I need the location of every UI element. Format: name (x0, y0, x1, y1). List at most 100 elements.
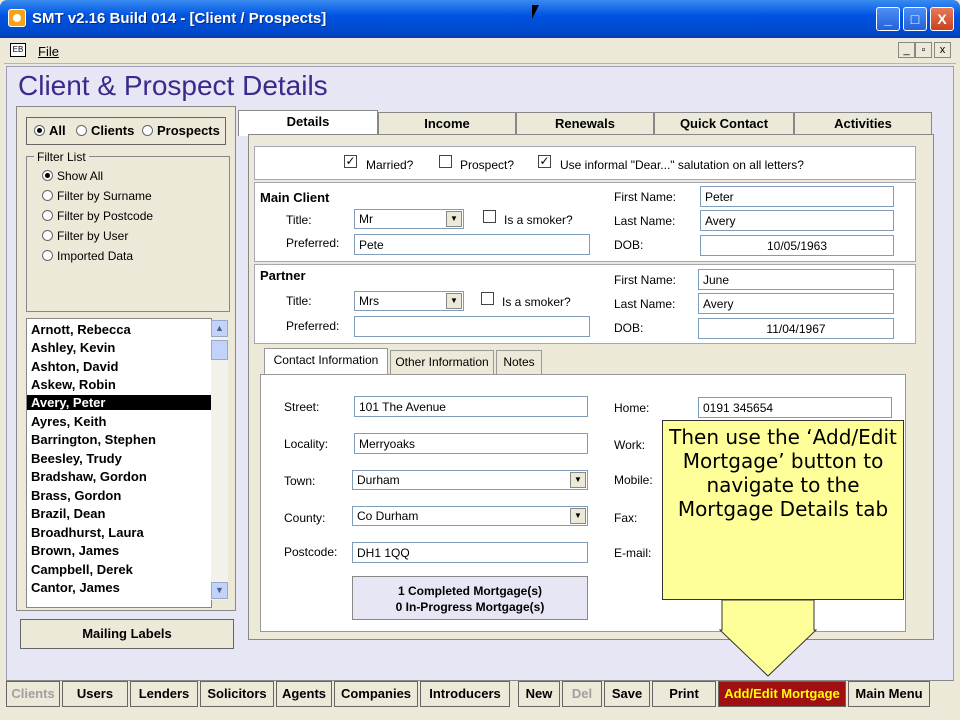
tab-renewals[interactable]: Renewals (516, 112, 654, 135)
list-item[interactable]: Arnott, Rebecca (31, 322, 131, 337)
partner-dob-input[interactable]: 11/04/1967 (698, 318, 894, 339)
menu-file[interactable]: File (38, 44, 59, 59)
tab-activities[interactable]: Activities (794, 112, 932, 135)
tab-income[interactable]: Income (378, 112, 516, 135)
delete-button[interactable]: Del (562, 681, 602, 707)
main-last-name-input[interactable]: Avery (700, 210, 894, 231)
scroll-up-icon[interactable]: ▲ (211, 320, 228, 337)
introducers-button[interactable]: Introducers (420, 681, 510, 707)
solicitors-button[interactable]: Solicitors (200, 681, 274, 707)
married-checkbox[interactable]: ✓ (344, 155, 357, 168)
partner-smoker-checkbox[interactable] (481, 292, 494, 305)
radio-icon (42, 190, 53, 201)
married-label: Married? (366, 158, 414, 172)
list-item[interactable]: Beesley, Trudy (31, 451, 122, 466)
filter-option-show-all[interactable]: Show All (42, 169, 103, 183)
partner-header: Partner (260, 268, 306, 283)
filter-option-postcode[interactable]: Filter by Postcode (42, 209, 153, 223)
list-item[interactable]: Askew, Robin (31, 377, 116, 392)
home-phone-input[interactable]: 0191 345654 (698, 397, 892, 418)
print-button[interactable]: Print (652, 681, 716, 707)
filter-option-imported[interactable]: Imported Data (42, 249, 133, 263)
main-preferred-input[interactable]: Pete (354, 234, 590, 255)
list-item[interactable]: Ayres, Keith (31, 414, 106, 429)
partner-last-name-input[interactable]: Avery (698, 293, 894, 314)
informal-checkbox[interactable]: ✓ (538, 155, 551, 168)
mdi-restore-button[interactable]: ▫ (915, 42, 932, 58)
document-icon[interactable]: EB (10, 43, 26, 57)
tab-quick-contact[interactable]: Quick Contact (654, 112, 794, 135)
partner-preferred-input[interactable] (354, 316, 590, 337)
tab-other-information[interactable]: Other Information (390, 350, 494, 374)
tab-notes[interactable]: Notes (496, 350, 542, 374)
users-button[interactable]: Users (62, 681, 128, 707)
partner-title-value: Mrs (359, 294, 379, 308)
filter-option-user[interactable]: Filter by User (42, 229, 128, 243)
main-client-header: Main Client (260, 190, 330, 205)
list-item[interactable]: Broadhurst, Laura (31, 525, 144, 540)
tab-details[interactable]: Details (238, 110, 378, 136)
clients-button[interactable]: Clients (6, 681, 60, 707)
chevron-down-icon[interactable]: ▼ (446, 211, 462, 227)
filter-option-label: Filter by Postcode (57, 209, 154, 223)
add-edit-mortgage-button[interactable]: Add/Edit Mortgage (718, 681, 846, 707)
main-smoker-checkbox[interactable] (483, 210, 496, 223)
main-dob-input[interactable]: 10/05/1963 (700, 235, 894, 256)
chevron-down-icon[interactable]: ▼ (570, 508, 586, 524)
radio-all[interactable]: All (34, 123, 66, 138)
list-item[interactable]: Barrington, Stephen (31, 432, 156, 447)
radio-clients[interactable]: Clients (76, 123, 134, 138)
tab-contact-information[interactable]: Contact Information (264, 348, 388, 375)
list-item[interactable]: Brazil, Dean (31, 506, 105, 521)
scroll-down-icon[interactable]: ▼ (211, 582, 228, 599)
postcode-input[interactable]: DH1 1QQ (352, 542, 588, 563)
maximize-button[interactable]: □ (903, 7, 927, 31)
street-input[interactable]: 101 The Avenue (354, 396, 588, 417)
chevron-down-icon[interactable]: ▼ (570, 472, 586, 488)
town-select[interactable]: Durham ▼ (352, 470, 588, 490)
agents-button[interactable]: Agents (276, 681, 332, 707)
dob-label: DOB: (614, 321, 644, 335)
main-title-select[interactable]: Mr ▼ (354, 209, 464, 229)
list-item[interactable]: Brass, Gordon (31, 488, 121, 503)
close-button[interactable]: X (930, 7, 954, 31)
list-item[interactable]: Ashley, Kevin (31, 340, 115, 355)
filter-option-surname[interactable]: Filter by Surname (42, 189, 152, 203)
list-item[interactable]: Ashton, David (31, 359, 118, 374)
preferred-label: Preferred: (286, 319, 340, 333)
informal-label: Use informal "Dear..." salutation on all… (560, 158, 804, 172)
main-menu-button[interactable]: Main Menu (848, 681, 930, 707)
list-item-selected[interactable]: Avery, Peter (27, 395, 211, 410)
mdi-close-button[interactable]: x (934, 42, 951, 58)
filter-option-label: Filter by Surname (57, 189, 152, 203)
main-title-value: Mr (359, 212, 373, 226)
partner-smoker-label: Is a smoker? (502, 295, 571, 309)
partner-title-select[interactable]: Mrs ▼ (354, 291, 464, 311)
save-button[interactable]: Save (604, 681, 650, 707)
partner-first-name-input[interactable]: June (698, 269, 894, 290)
lenders-button[interactable]: Lenders (130, 681, 198, 707)
new-button[interactable]: New (518, 681, 560, 707)
filter-list-legend: Filter List (34, 150, 89, 164)
mdi-minimize-button[interactable]: _ (898, 42, 915, 58)
title-label: Title: (286, 213, 312, 227)
list-item[interactable]: Campbell, Derek (31, 562, 133, 577)
radio-prospects[interactable]: Prospects (142, 123, 220, 138)
client-list[interactable]: Arnott, Rebecca Ashley, Kevin Ashton, Da… (26, 318, 212, 608)
street-label: Street: (284, 400, 320, 414)
minimize-button[interactable]: _ (876, 7, 900, 31)
list-scrollbar[interactable]: ▲ ▼ (211, 320, 228, 600)
companies-button[interactable]: Companies (334, 681, 418, 707)
mailing-labels-button[interactable]: Mailing Labels (20, 619, 234, 649)
prospect-checkbox[interactable] (439, 155, 452, 168)
app-icon[interactable] (8, 9, 26, 27)
locality-input[interactable]: Merryoaks (354, 433, 588, 454)
main-first-name-input[interactable]: Peter (700, 186, 894, 207)
scroll-thumb[interactable] (211, 340, 228, 360)
list-item[interactable]: Bradshaw, Gordon (31, 469, 147, 484)
list-item[interactable]: Brown, James (31, 543, 119, 558)
list-item[interactable]: Cantor, James (31, 580, 120, 595)
chevron-down-icon[interactable]: ▼ (446, 293, 462, 309)
county-select[interactable]: Co Durham ▼ (352, 506, 588, 526)
in-progress-mortgages: 0 In-Progress Mortgage(s) (395, 600, 545, 614)
